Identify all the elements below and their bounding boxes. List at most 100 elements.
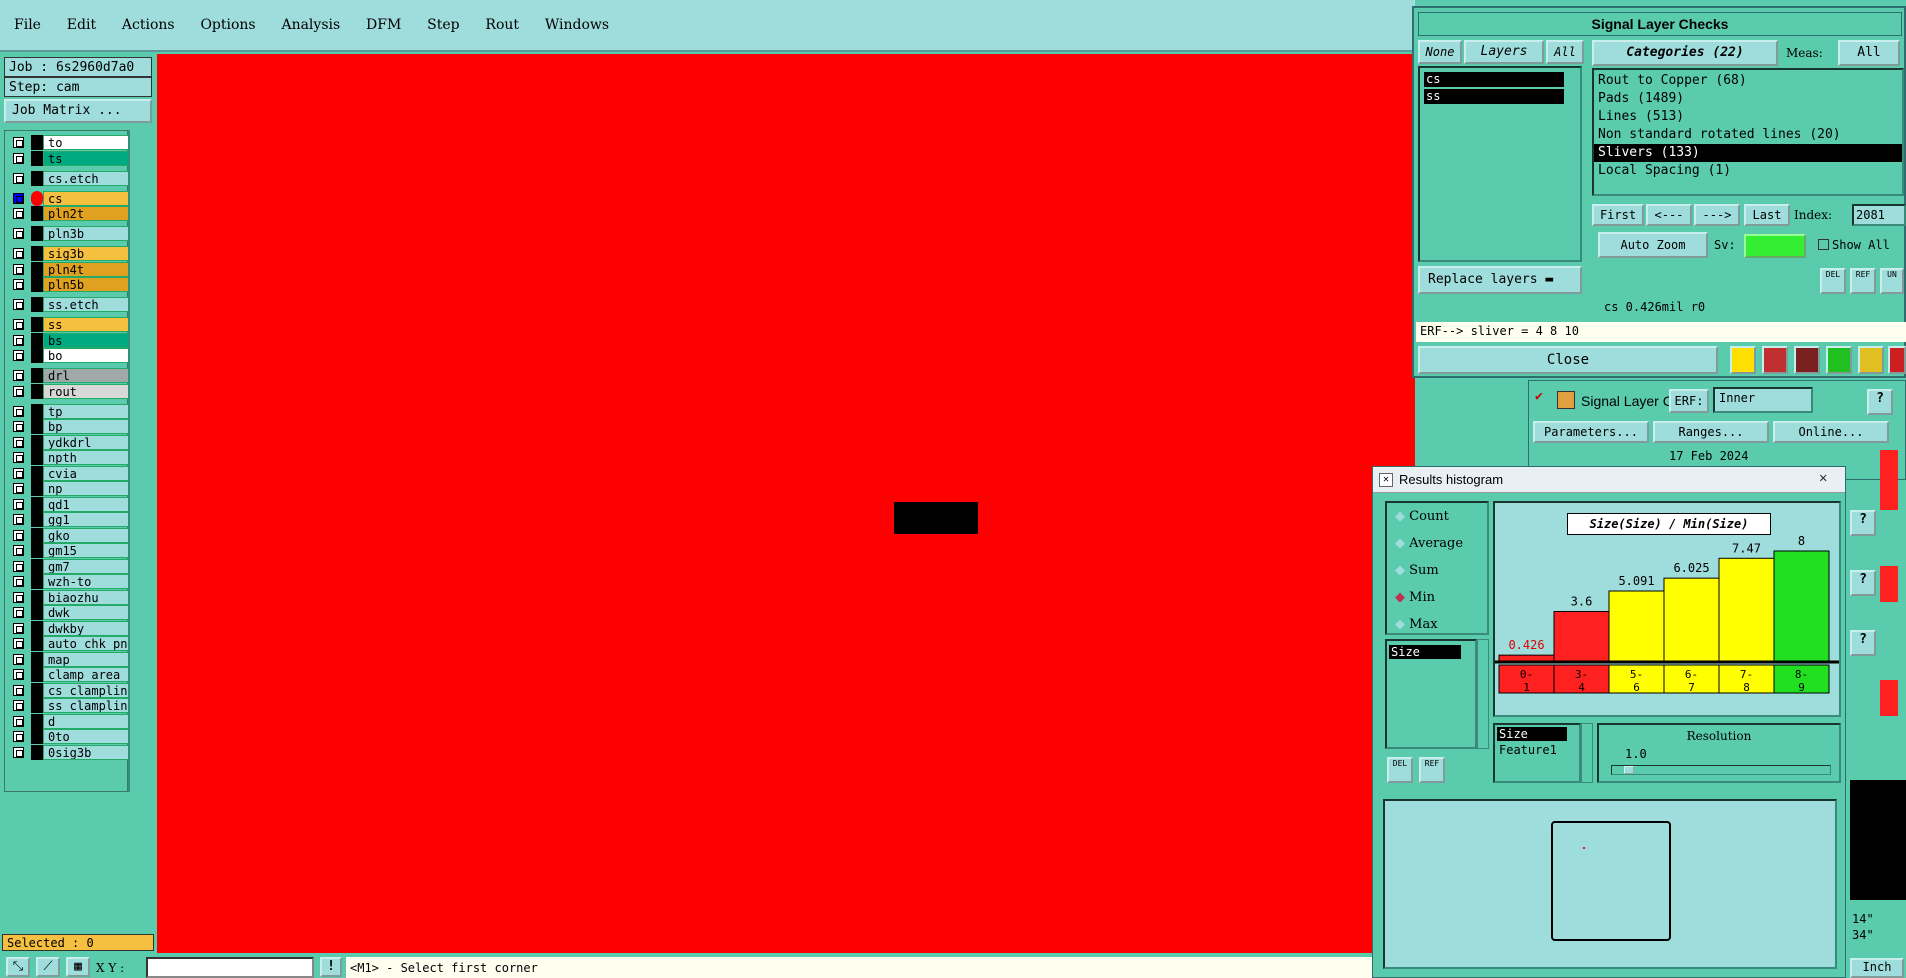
histogram-bar[interactable] xyxy=(1718,557,1775,662)
layer-name[interactable]: clamp_area xyxy=(43,667,129,682)
layer-affected-marker[interactable] xyxy=(31,332,43,348)
feature-list-scrollbar[interactable] xyxy=(1581,723,1593,783)
step-icon[interactable] xyxy=(1826,346,1852,374)
show-all-checkbox[interactable] xyxy=(1818,239,1829,250)
layer-name[interactable]: gg1 xyxy=(43,512,129,527)
layer-checkbox[interactable] xyxy=(13,684,24,696)
layer-affected-marker[interactable] xyxy=(31,465,43,481)
histogram-bar[interactable] xyxy=(1663,577,1720,662)
layer-name[interactable]: wzh-to xyxy=(43,574,129,589)
layer-checkbox[interactable] xyxy=(13,228,24,239)
layer-affected-marker[interactable] xyxy=(31,261,43,277)
report-icon[interactable] xyxy=(1762,346,1788,374)
feature-item-feature1[interactable]: Feature1 xyxy=(1497,743,1577,757)
layer-affected-marker[interactable] xyxy=(31,368,43,383)
layer-affected-marker[interactable] xyxy=(31,620,43,636)
layer-row[interactable]: to xyxy=(7,135,129,150)
layer-checkbox[interactable] xyxy=(13,299,24,310)
layer-checkbox[interactable] xyxy=(13,576,24,587)
layer-affected-marker[interactable] xyxy=(31,170,43,186)
first-button[interactable]: First xyxy=(1592,204,1644,226)
none-button[interactable]: None xyxy=(1418,40,1462,64)
next-button[interactable]: ---> xyxy=(1694,204,1740,226)
layer-affected-marker[interactable] xyxy=(31,277,43,292)
menu-step[interactable]: Step xyxy=(427,17,459,33)
layer-row[interactable]: cs.etch xyxy=(7,170,129,186)
layer-affected-marker[interactable] xyxy=(31,651,43,667)
layer-name[interactable]: gko xyxy=(43,527,129,543)
field-list-scrollbar[interactable] xyxy=(1477,639,1489,749)
layer-affected-marker[interactable] xyxy=(31,206,43,221)
close-icon[interactable]: ✕ xyxy=(1819,470,1827,486)
layer-row[interactable]: np xyxy=(7,481,129,496)
option-average[interactable]: ◆ Average xyxy=(1395,536,1463,556)
layer-row[interactable]: ss.etch xyxy=(7,297,129,312)
layer-checkbox[interactable] xyxy=(13,172,24,184)
mini-canvas[interactable] xyxy=(1850,780,1906,900)
menu-windows[interactable]: Windows xyxy=(545,17,609,33)
layer-name[interactable]: dwk xyxy=(43,605,129,620)
category-item[interactable]: Slivers (133) xyxy=(1594,144,1902,162)
layer-affected-marker[interactable] xyxy=(31,403,43,419)
histogram-bar[interactable] xyxy=(1553,611,1610,662)
layer-affected-marker[interactable] xyxy=(31,383,43,399)
field-item-size[interactable]: Size xyxy=(1389,645,1461,659)
layer-row[interactable]: 0sig3b xyxy=(7,744,129,760)
del-icon-2[interactable]: DEL xyxy=(1387,757,1413,783)
layer-affected-marker[interactable] xyxy=(31,150,43,166)
radio-icon[interactable]: ◆ xyxy=(1395,509,1409,524)
menu-actions[interactable]: Actions xyxy=(122,17,175,33)
notes-icon[interactable] xyxy=(1858,346,1884,374)
layer-list-scrollbar[interactable] xyxy=(128,130,154,792)
online-button[interactable]: Online... xyxy=(1773,421,1889,443)
layer-checkbox[interactable] xyxy=(13,319,24,330)
feature-item-size[interactable]: Size xyxy=(1497,727,1567,741)
menu-dfm[interactable]: DFM xyxy=(366,17,401,33)
layer-affected-marker[interactable] xyxy=(31,682,43,698)
layer-name[interactable]: cs.etch xyxy=(43,170,129,186)
layer-row[interactable]: cvia xyxy=(7,465,129,481)
category-item[interactable]: Non standard rotated lines (20) xyxy=(1594,126,1902,144)
ref-icon[interactable]: REF xyxy=(1850,268,1876,294)
layer-row[interactable]: npth xyxy=(7,450,129,465)
layer-checkbox[interactable] xyxy=(13,152,24,164)
layer-name[interactable]: sig3b xyxy=(43,246,129,261)
layer-row[interactable]: clamp_area xyxy=(7,667,129,682)
layer-affected-marker[interactable] xyxy=(31,713,43,729)
layer-row[interactable]: pln3b xyxy=(7,226,129,241)
menu-options[interactable]: Options xyxy=(200,17,255,33)
layer-row[interactable]: pln5b xyxy=(7,277,129,292)
index-input[interactable]: 2081 xyxy=(1852,204,1906,226)
layer-checkbox[interactable] xyxy=(13,208,24,219)
layer-checkbox[interactable] xyxy=(13,560,24,572)
exclude-icon[interactable] xyxy=(1794,346,1820,374)
layer-checkbox[interactable] xyxy=(13,192,24,204)
layer-checkbox[interactable] xyxy=(13,334,24,346)
layer-name[interactable]: d xyxy=(43,713,129,729)
layer-row[interactable]: rout xyxy=(7,383,129,399)
layer-name[interactable]: 0sig3b xyxy=(43,744,129,760)
graphics-canvas[interactable] xyxy=(157,54,1415,953)
layer-checkbox[interactable] xyxy=(13,405,24,417)
layer-row[interactable]: gm15 xyxy=(7,543,129,558)
resolution-slider[interactable] xyxy=(1611,765,1831,775)
layer-name[interactable]: cvia xyxy=(43,465,129,481)
layer-row[interactable]: cs xyxy=(7,190,129,206)
layer-name[interactable]: pln2t xyxy=(43,206,129,221)
warning-icon[interactable]: ! xyxy=(320,957,342,977)
menu-analysis[interactable]: Analysis xyxy=(281,17,340,33)
layer-row[interactable]: 0to xyxy=(7,729,129,744)
layers-tab[interactable]: Layers xyxy=(1464,40,1544,64)
layer-affected-marker[interactable] xyxy=(31,297,43,312)
layer-affected-marker[interactable] xyxy=(31,558,43,574)
meas-all-button[interactable]: All xyxy=(1838,40,1900,66)
xy-input[interactable] xyxy=(146,957,314,978)
layer-row[interactable]: d xyxy=(7,713,129,729)
layer-affected-marker[interactable] xyxy=(31,667,43,682)
layer-checkbox[interactable] xyxy=(13,731,24,742)
layer-name[interactable]: biaozhu xyxy=(43,589,129,605)
category-item[interactable]: Pads (1489) xyxy=(1594,90,1902,108)
layer-checkbox[interactable] xyxy=(13,483,24,494)
layer-row[interactable]: gko xyxy=(7,527,129,543)
layer-affected-marker[interactable] xyxy=(31,434,43,450)
